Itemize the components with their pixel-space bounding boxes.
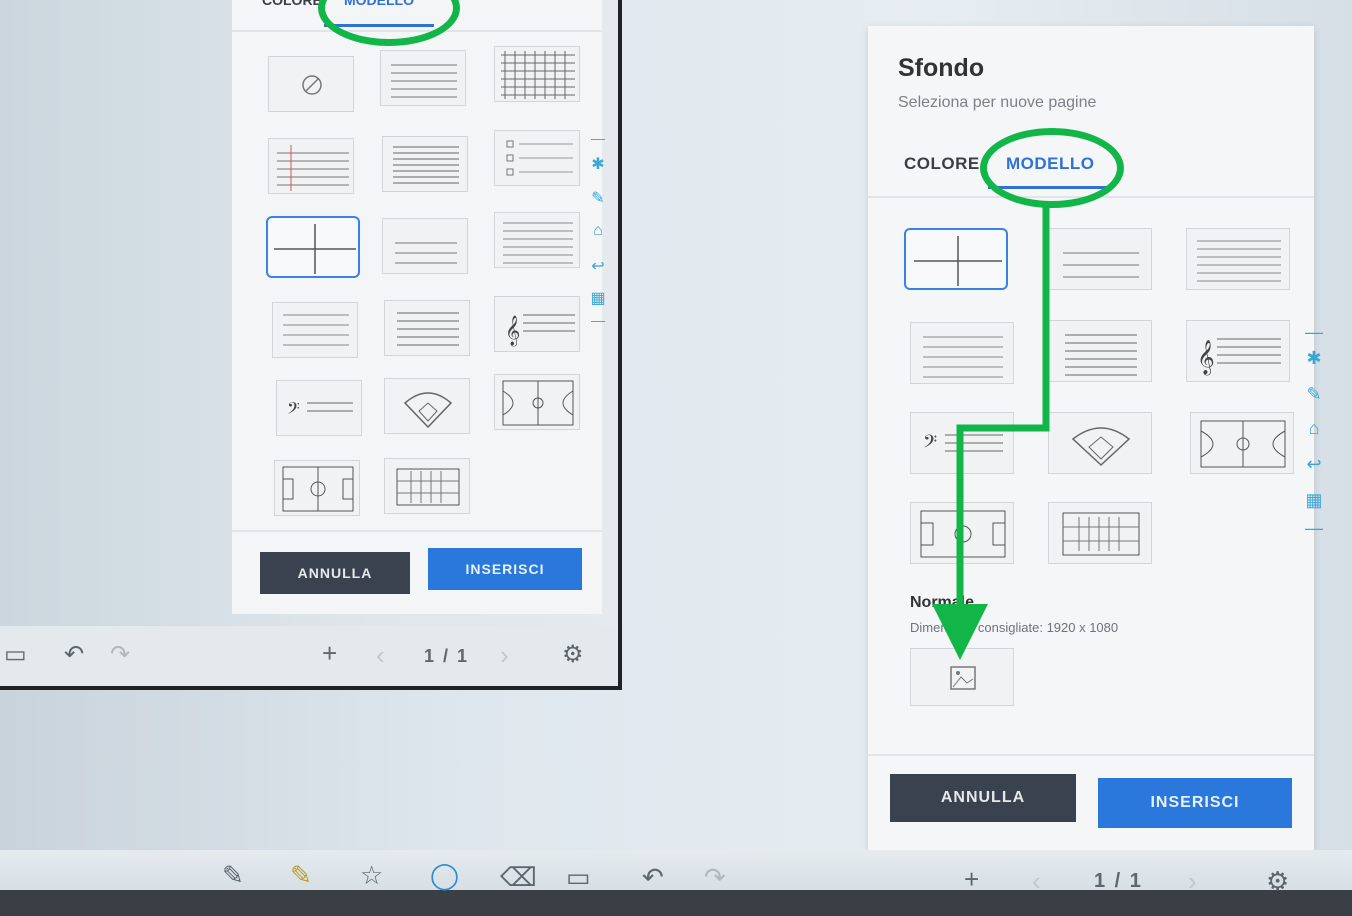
annotation-arrow <box>932 206 1050 660</box>
